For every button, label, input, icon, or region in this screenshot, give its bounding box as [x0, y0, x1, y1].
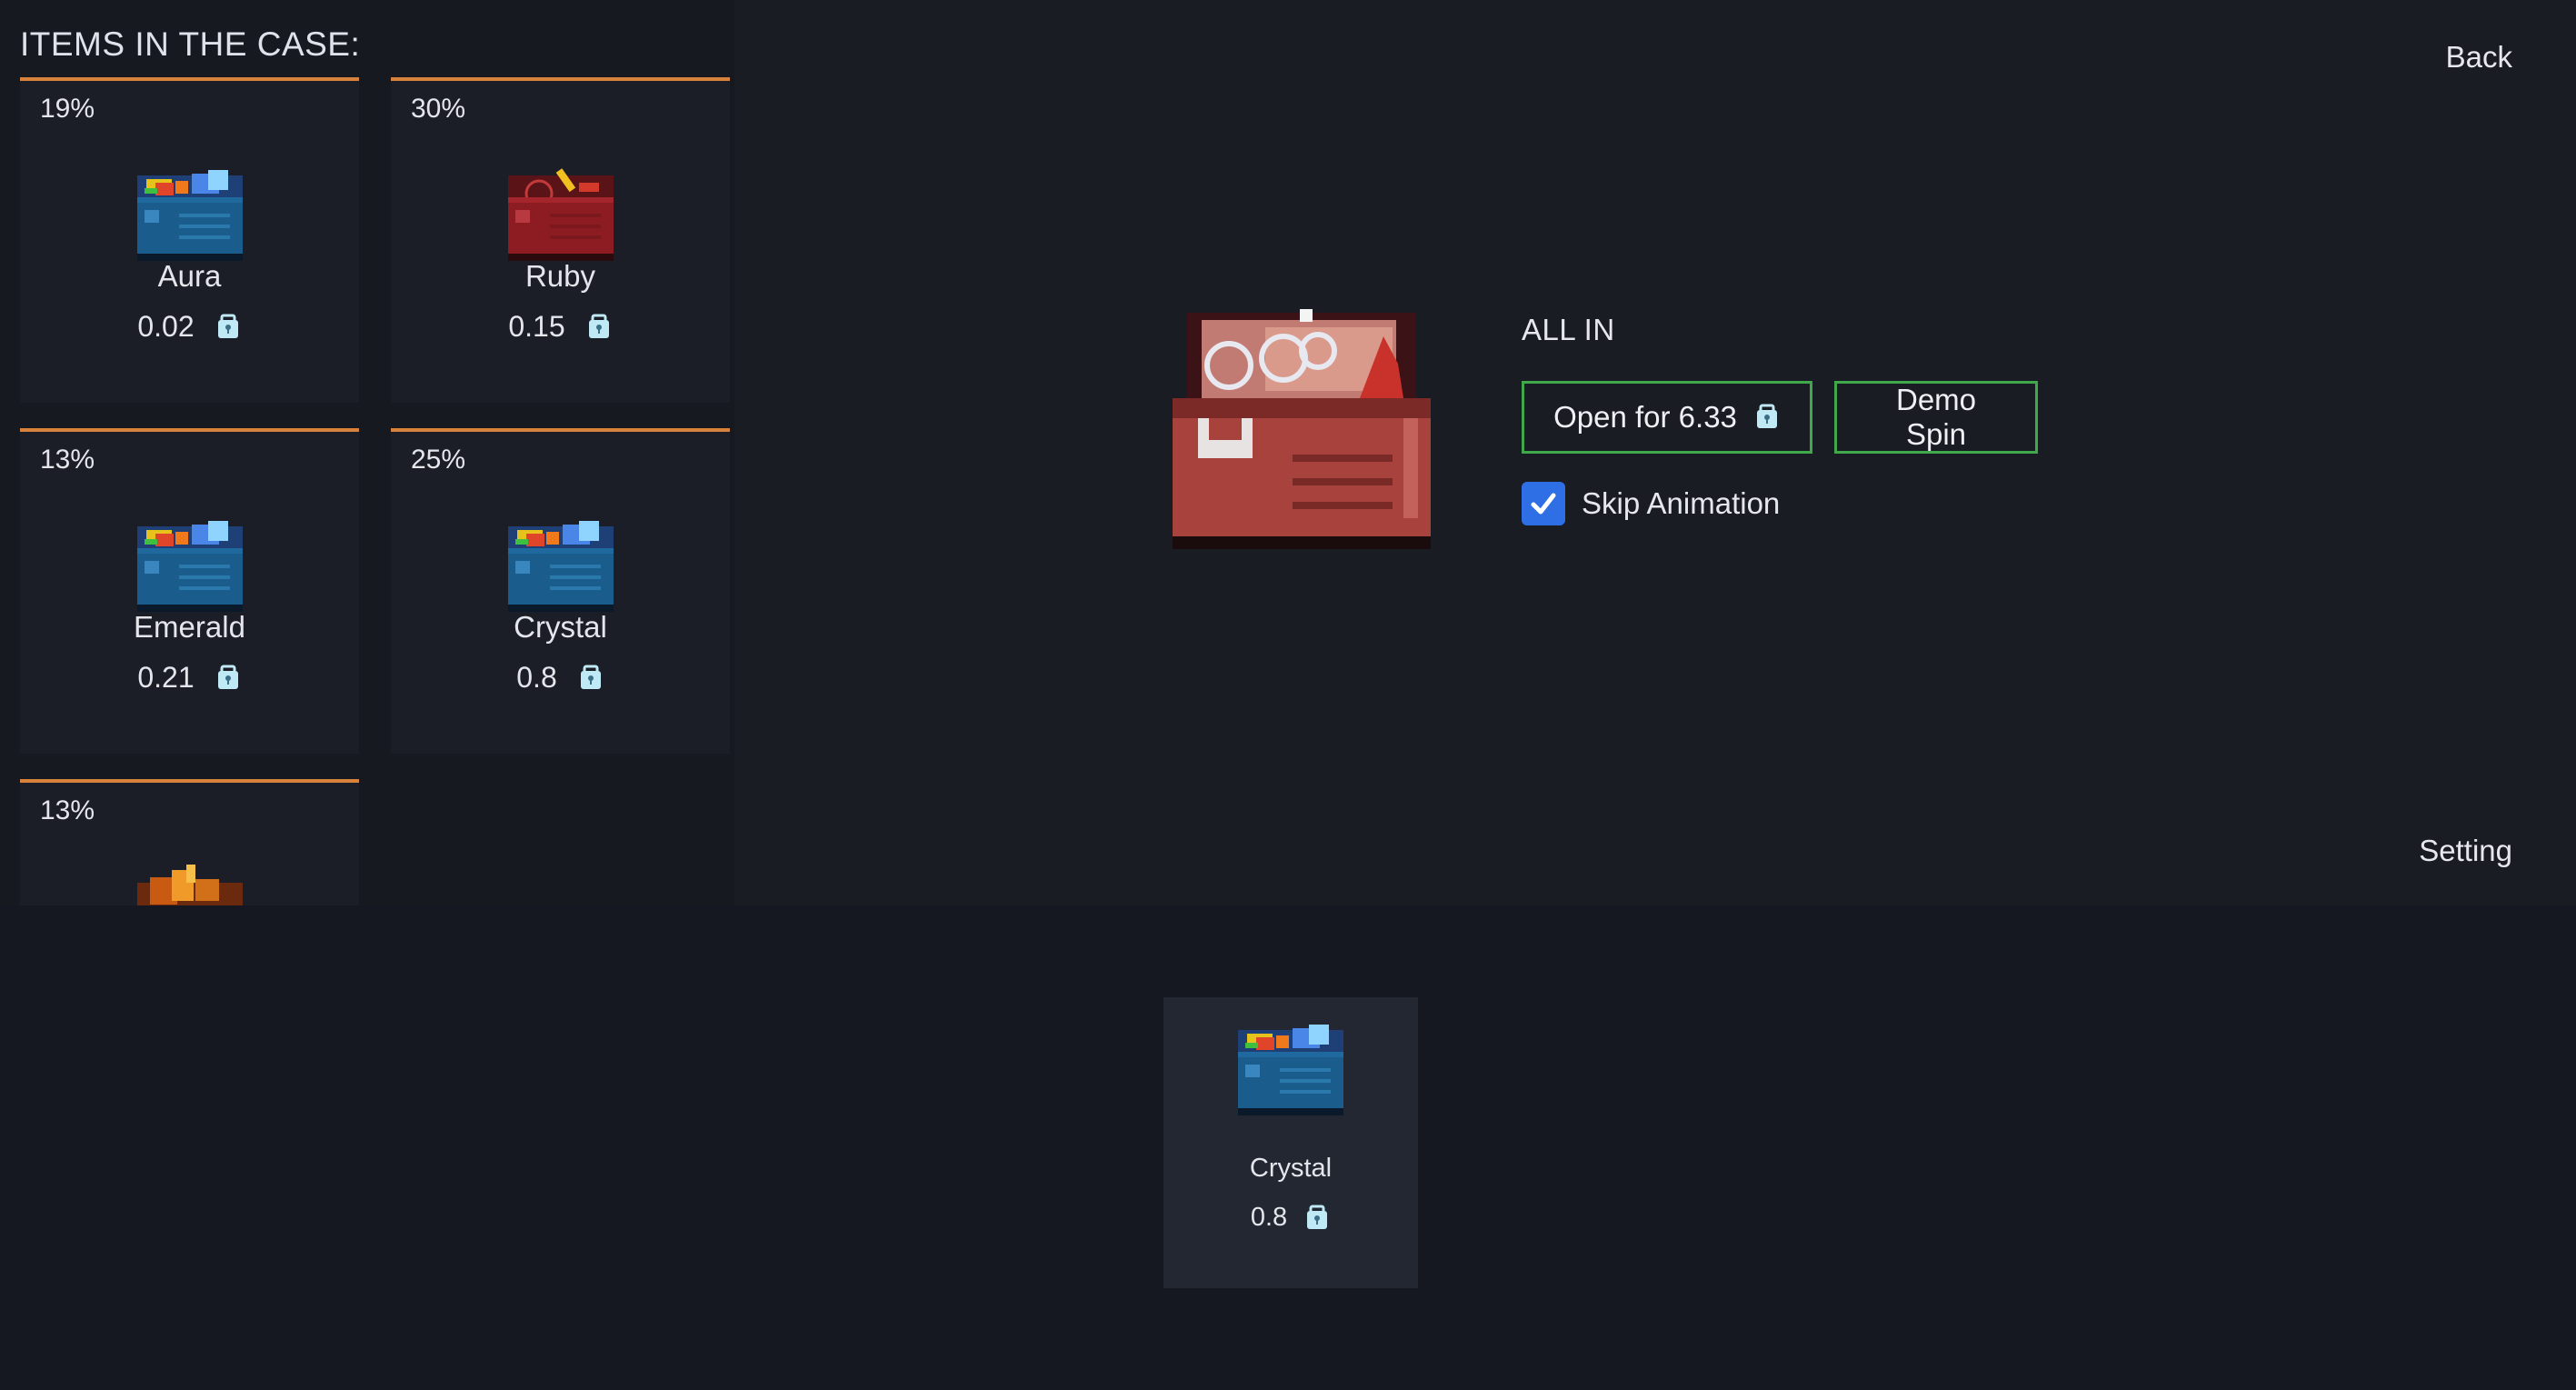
item-name: Emerald — [134, 610, 245, 644]
result-price-row: 0.8 — [1163, 1203, 1418, 1233]
large-red-treasure-chest-icon — [1173, 309, 1431, 549]
open-case-label: Open for 6.33 — [1553, 400, 1737, 434]
spin-result-card: Crystal 0.8 — [1163, 997, 1418, 1288]
item-name: Aura — [157, 259, 222, 293]
case-open-panel: Back ALL IN Open for 6.33 Demo Spin Skip… — [734, 0, 2576, 905]
blue-treasure-chest-icon — [1233, 1017, 1349, 1117]
open-case-button[interactable]: Open for 6.33 — [1522, 381, 1812, 454]
checkmark-icon — [1531, 493, 1556, 515]
skip-animation-checkbox[interactable] — [1522, 482, 1565, 525]
orange-treasure-chest-icon — [132, 865, 248, 905]
back-button[interactable]: Back — [2446, 40, 2512, 75]
item-card-partial[interactable]: 13% — [20, 779, 359, 905]
item-name: Ruby — [524, 259, 596, 293]
item-price-row: 0.21 — [20, 661, 359, 695]
item-name: Crystal — [514, 610, 607, 644]
item-card-ruby[interactable]: 30% Ruby 0.15 — [391, 77, 730, 403]
item-chance: 25% — [411, 445, 466, 475]
item-price-row: 0.02 — [20, 310, 359, 344]
item-card-crystal[interactable]: 25% Crystal 0.8 — [391, 428, 730, 754]
case-items-panel: ITEMS IN THE CASE: 19% Aura 0.02 30% Rub… — [0, 0, 734, 905]
blue-treasure-chest-icon — [132, 163, 248, 263]
item-card-aura[interactable]: 19% Aura 0.02 — [20, 77, 359, 403]
item-chance: 13% — [40, 445, 95, 475]
item-chance: 13% — [40, 795, 95, 825]
currency-icon — [577, 665, 604, 692]
currency-icon — [1303, 1205, 1331, 1232]
item-price: 0.21 — [137, 661, 195, 694]
setting-button[interactable]: Setting — [2419, 834, 2512, 868]
blue-treasure-chest-icon — [503, 514, 619, 614]
item-chance: 30% — [411, 94, 466, 124]
item-price: 0.8 — [516, 661, 557, 694]
currency-icon — [585, 314, 613, 341]
item-price: 0.15 — [508, 310, 565, 343]
item-chance: 19% — [40, 94, 95, 124]
currency-icon — [215, 665, 242, 692]
demo-spin-button[interactable]: Demo Spin — [1834, 381, 2038, 454]
currency-icon — [215, 314, 242, 341]
game-screen: ITEMS IN THE CASE: 19% Aura 0.02 30% Rub… — [0, 0, 2576, 1390]
skip-animation-label: Skip Animation — [1582, 486, 1781, 520]
red-treasure-chest-icon — [503, 163, 619, 263]
skip-animation-row: Skip Animation — [1522, 482, 1780, 525]
result-item-name: Crystal — [1249, 1154, 1333, 1183]
result-item-price: 0.8 — [1250, 1203, 1288, 1232]
item-price: 0.02 — [137, 310, 195, 343]
item-price-row: 0.15 — [391, 310, 730, 344]
blue-treasure-chest-icon — [132, 514, 248, 614]
item-card-emerald[interactable]: 13% Emerald 0.21 — [20, 428, 359, 754]
item-price-row: 0.8 — [391, 661, 730, 695]
currency-icon — [1753, 404, 1781, 431]
panel-title: ITEMS IN THE CASE: — [20, 25, 361, 63]
case-title: ALL IN — [1522, 313, 1615, 346]
